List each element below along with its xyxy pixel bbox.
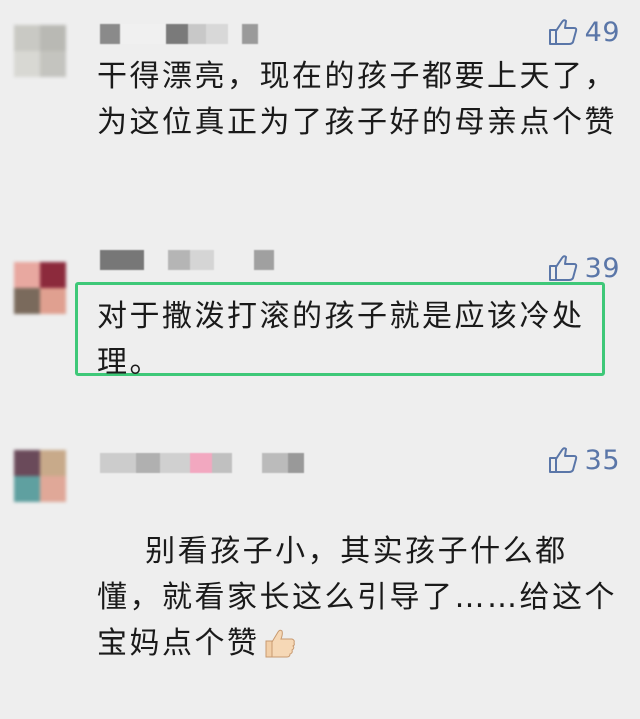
like-button[interactable]: 49 (547, 16, 620, 48)
like-button[interactable]: 35 (547, 444, 620, 476)
avatar[interactable] (14, 450, 66, 502)
thumbs-up-icon (548, 447, 577, 473)
comment-text: 对于撒泼打滚的孩子就是应该冷处理。 (97, 299, 585, 380)
avatar[interactable] (14, 25, 66, 77)
thumbs-up-emoji (262, 627, 298, 673)
thumbs-up-icon (548, 255, 577, 281)
like-count: 35 (584, 444, 620, 476)
username-blurred[interactable] (100, 250, 274, 270)
like-count: 49 (584, 16, 620, 48)
avatar[interactable] (14, 262, 66, 314)
comment-text: 干得漂亮，现在的孩子都要上天了，为这位真正为了孩子好的母亲点个赞 (97, 59, 617, 140)
like-button[interactable]: 39 (547, 252, 620, 284)
thumbs-up-icon (548, 19, 577, 45)
comment-text: 别看孩子小，其实孩子什么都懂，就看家长这么引导了……给这个宝妈点个赞 (97, 534, 617, 661)
comment-text-container: 别看孩子小，其实孩子什么都懂，就看家长这么引导了……给这个宝妈点个赞 (97, 483, 617, 719)
like-count: 39 (584, 252, 620, 284)
username-blurred[interactable] (100, 24, 258, 44)
username-blurred[interactable] (100, 453, 304, 473)
